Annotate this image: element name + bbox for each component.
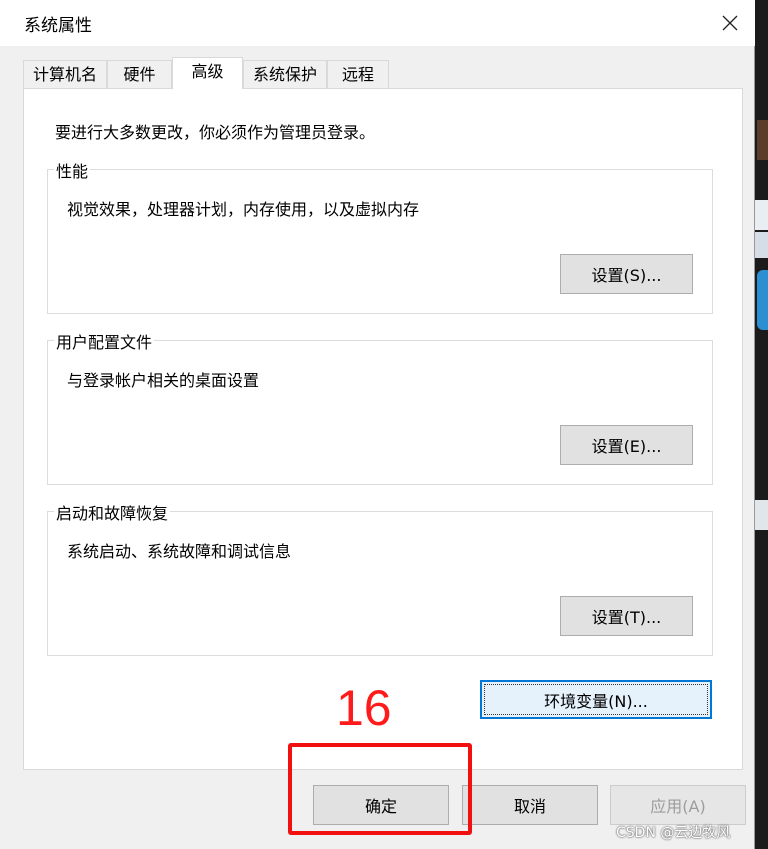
annotation-step-number: 16 (336, 680, 392, 736)
desktop-icon (755, 200, 768, 230)
startup-recovery-group: 启动和故障恢复 系统启动、系统故障和调试信息 设置(T)... (47, 500, 713, 656)
performance-group-title: 性能 (54, 158, 91, 182)
user-profiles-group-title: 用户配置文件 (54, 329, 155, 353)
tab-remote[interactable]: 远程 (327, 60, 389, 88)
annotation-highlight-box (288, 743, 472, 835)
apply-button[interactable]: 应用(A) (610, 785, 746, 825)
title-bar[interactable]: 系统属性 (0, 0, 755, 46)
advanced-tab-panel: 要进行大多数更改，你必须作为管理员登录。 性能 视觉效果，处理器计划，内存使用，… (23, 88, 743, 770)
tab-computer-name[interactable]: 计算机名 (23, 60, 107, 88)
csdn-watermark: CSDN @云边牧风 (616, 825, 731, 841)
environment-variables-button[interactable]: 环境变量(N)... (480, 680, 712, 719)
tab-strip: 计算机名 硬件 高级 系统保护 远程 (23, 57, 743, 89)
window-title: 系统属性 (24, 16, 92, 36)
performance-group: 性能 视觉效果，处理器计划，内存使用，以及虚拟内存 设置(S)... (47, 158, 713, 314)
cancel-button[interactable]: 取消 (462, 785, 598, 825)
user-profiles-settings-button[interactable]: 设置(E)... (560, 425, 693, 465)
desktop-icon (755, 500, 768, 530)
desktop-icon (757, 120, 768, 160)
performance-description: 视觉效果，处理器计划，内存使用，以及虚拟内存 (67, 200, 420, 219)
background-desktop-strip (755, 0, 768, 849)
tab-system-protection[interactable]: 系统保护 (243, 60, 327, 88)
user-profiles-group: 用户配置文件 与登录帐户相关的桌面设置 设置(E)... (47, 329, 713, 485)
close-button[interactable] (706, 6, 754, 40)
tab-advanced[interactable]: 高级 (172, 57, 243, 89)
user-profiles-description: 与登录帐户相关的桌面设置 (67, 371, 260, 390)
startup-recovery-settings-button[interactable]: 设置(T)... (560, 596, 693, 636)
desktop-icon (755, 232, 768, 258)
close-icon (722, 15, 738, 31)
startup-recovery-group-title: 启动和故障恢复 (54, 500, 171, 524)
startup-recovery-description: 系统启动、系统故障和调试信息 (67, 542, 292, 561)
admin-notice: 要进行大多数更改，你必须作为管理员登录。 (55, 123, 376, 142)
desktop-icon (757, 270, 768, 330)
tab-hardware[interactable]: 硬件 (107, 60, 172, 88)
performance-settings-button[interactable]: 设置(S)... (560, 254, 693, 294)
